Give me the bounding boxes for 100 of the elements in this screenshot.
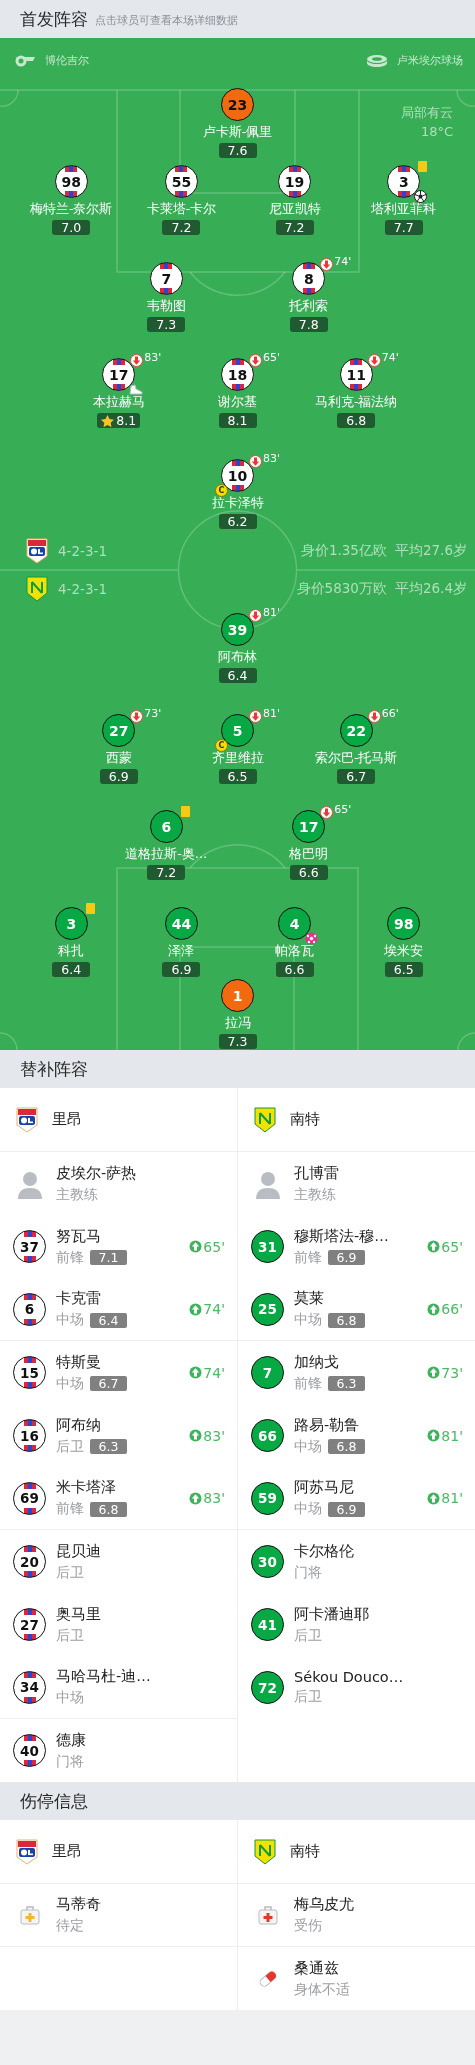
- player-rating: 7.6: [218, 143, 257, 158]
- player-jersey[interactable]: 37: [13, 1230, 46, 1263]
- substitution-minute: 65': [203, 1238, 225, 1255]
- player-jersey[interactable]: 34: [13, 1670, 46, 1704]
- player-rating: 6.4: [218, 668, 257, 683]
- substitution-minute: 81': [441, 1490, 463, 1506]
- player-name: Sékou Douco…: [294, 1669, 405, 1685]
- substitution-minute: 74': [203, 1364, 225, 1381]
- player-jersey[interactable]: 7: [251, 1356, 284, 1389]
- player-name: 特斯曼: [56, 1352, 102, 1372]
- substitution-in-icon: [189, 1240, 203, 1253]
- boot-icon: [129, 384, 144, 396]
- player-name: 齐里维拉: [211, 750, 264, 767]
- team-name: 里昂: [52, 1110, 82, 1129]
- player-name: 卡莱塔-卡尔: [146, 201, 217, 218]
- weather-text: 局部有云: [401, 104, 453, 122]
- player-name: 卡克雷: [56, 1289, 102, 1308]
- section-hint: 点击球员可查看本场详细数据: [95, 12, 238, 28]
- player-rating: 8.1: [97, 413, 141, 428]
- player-jersey[interactable]: 16: [13, 1419, 46, 1452]
- coach-name: 孔博雷: [294, 1163, 340, 1183]
- player-name: 科扎: [58, 943, 85, 960]
- substitution-minute: 81': [263, 707, 281, 720]
- substitution-minute: 83': [144, 351, 162, 364]
- squad-value: 身价5830万欧: [296, 580, 387, 598]
- medical-kit-icon: [257, 1905, 278, 1925]
- player-jersey[interactable]: 40: [13, 1734, 46, 1767]
- player-name: 努瓦马: [56, 1226, 102, 1246]
- player-name: 索尔巴-托马斯: [315, 750, 398, 767]
- player-jersey[interactable]: 41: [251, 1608, 284, 1641]
- player-name: 马蒂奇: [56, 1895, 102, 1914]
- player-name: 马利克-福法纳: [315, 394, 398, 411]
- substitution-minute: 81': [441, 1427, 463, 1444]
- player-rating: 7.2: [275, 220, 314, 235]
- player-name: 塔利亚菲科: [371, 201, 437, 218]
- player-name: 阿布林: [218, 649, 257, 666]
- player-name: 尼亚凯特: [268, 201, 321, 218]
- substitution-minute: 74': [381, 351, 399, 364]
- player-rating: 6.7: [90, 1376, 127, 1391]
- player-rating: 6.9: [328, 1250, 365, 1265]
- player-position: 前锋: [294, 1248, 322, 1267]
- player-jersey[interactable]: 6: [13, 1292, 46, 1326]
- substitution-in-icon: [427, 1240, 441, 1253]
- player-name: 梅特兰-奈尔斯: [30, 201, 113, 218]
- substitution-minute: 74': [334, 255, 352, 268]
- temperature-text: 18°C: [420, 124, 453, 139]
- substitution-in-icon: [189, 1491, 203, 1505]
- injury-status: 待定: [56, 1917, 85, 1935]
- player-position: 后卫: [56, 1626, 84, 1645]
- player-name: 马哈马杜-迪…: [56, 1667, 152, 1686]
- player-position: 后卫: [294, 1688, 322, 1706]
- substitution-minute: 66': [441, 1301, 463, 1317]
- football-icon: [414, 190, 428, 203]
- player-jersey[interactable]: 27: [13, 1608, 46, 1641]
- substitution-in-icon: [427, 1429, 441, 1442]
- player-name: 米卡塔泽: [56, 1478, 117, 1497]
- formation-text: 4-2-3-1: [58, 581, 107, 597]
- player-rating: 6.5: [384, 962, 423, 977]
- medical-kit-icon: [19, 1905, 40, 1925]
- substitution-minute: 73': [144, 707, 162, 720]
- referee-name: 博伦吉尔: [45, 52, 89, 68]
- substitution-minute: 81': [263, 606, 281, 619]
- substitution-in-icon: [189, 1302, 203, 1316]
- booking-card-icon: [418, 161, 428, 172]
- player-rating: 6.9: [99, 769, 138, 784]
- player-position: 后卫: [56, 1437, 84, 1456]
- player-rating: 7.2: [162, 220, 201, 235]
- player-position: 门将: [294, 1563, 322, 1582]
- player-jersey[interactable]: 69: [13, 1481, 46, 1515]
- substitution-in-icon: [189, 1366, 203, 1379]
- player-name: 阿卡潘迪耶: [294, 1604, 370, 1624]
- injury-status: 身体不适: [294, 1980, 351, 1999]
- player-rating: 7.2: [147, 865, 186, 880]
- player-position: 中场: [56, 1689, 84, 1707]
- substitution-in-icon: [427, 1302, 441, 1316]
- player-jersey[interactable]: 31: [251, 1230, 284, 1263]
- player-rating: 6.4: [90, 1312, 127, 1328]
- player-jersey[interactable]: 20: [13, 1545, 46, 1578]
- player-name: 托利索: [289, 298, 329, 315]
- player-rating: 7.3: [147, 317, 186, 332]
- team-name: 南特: [290, 1110, 320, 1129]
- player-position: 后卫: [56, 1563, 84, 1582]
- player-name: 谢尔基: [218, 394, 257, 411]
- player-jersey[interactable]: 25: [251, 1292, 284, 1326]
- venue-name: 卢米埃尔球场: [397, 52, 463, 68]
- player-rating: 6.8: [328, 1439, 365, 1454]
- player-jersey[interactable]: 30: [251, 1545, 284, 1578]
- player-jersey[interactable]: 59: [251, 1481, 284, 1515]
- player-position: 门将: [56, 1752, 84, 1771]
- substitution-in-icon: [427, 1366, 441, 1379]
- player-jersey[interactable]: 72: [251, 1671, 284, 1704]
- star-icon: [101, 414, 115, 427]
- player-position: 前锋: [56, 1248, 84, 1267]
- player-name: 奥马里: [56, 1604, 102, 1624]
- player-name: 昆贝迪: [56, 1541, 102, 1561]
- player-jersey[interactable]: 15: [13, 1356, 46, 1389]
- substitution-minute: 83': [263, 452, 281, 465]
- substitution-in-icon: [427, 1491, 441, 1505]
- player-name: 卢卡斯-佩里: [202, 124, 273, 141]
- player-jersey[interactable]: 66: [251, 1419, 284, 1452]
